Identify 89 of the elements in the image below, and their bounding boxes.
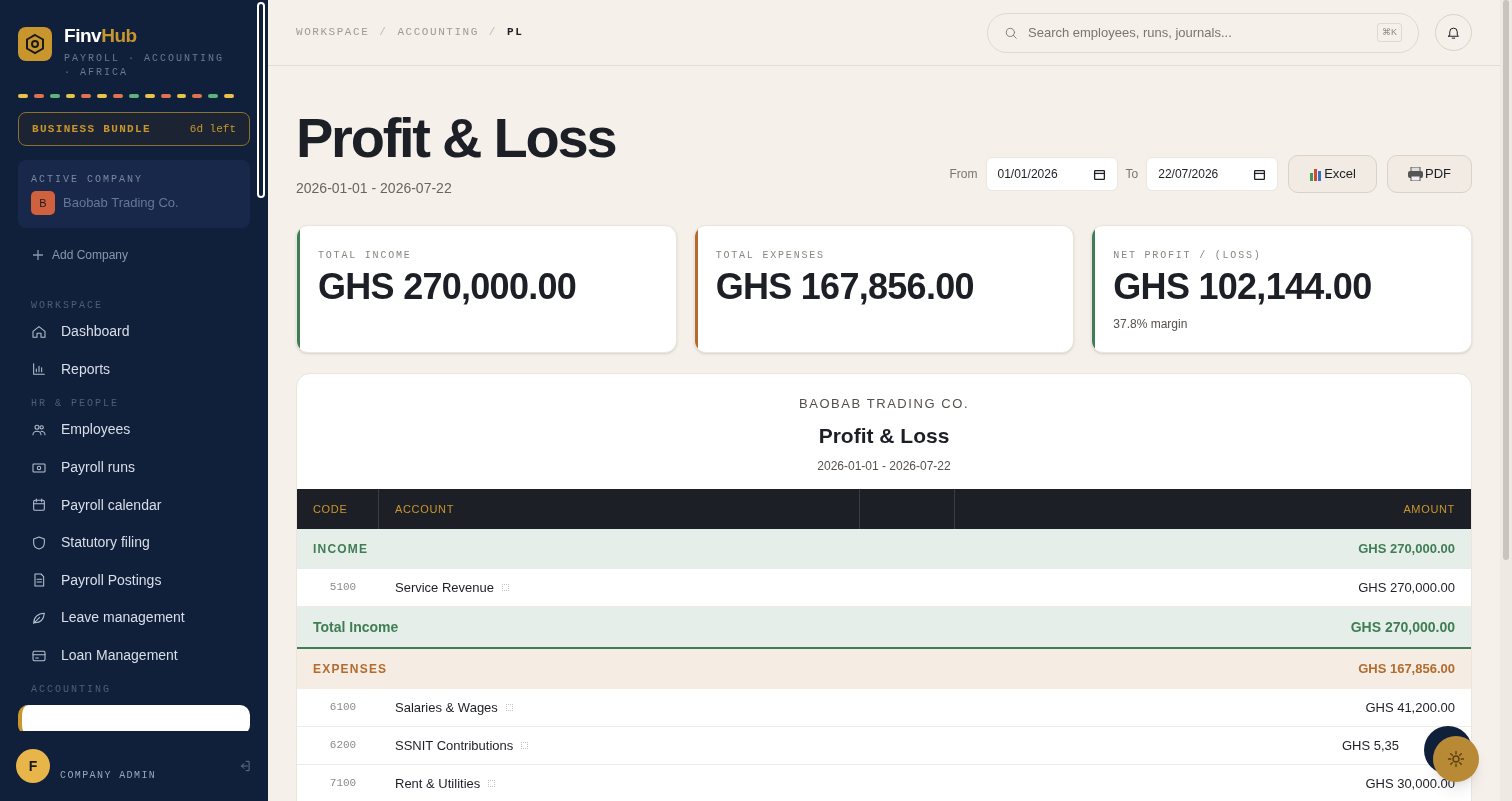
company-card[interactable]: ACTIVE COMPANY B Baobab Trading Co.	[18, 160, 250, 228]
bell-icon	[1446, 25, 1461, 40]
calendar-icon[interactable]	[1253, 167, 1267, 181]
amount-cell-text: GHS 30,000.00	[1365, 774, 1455, 793]
section-label: EXPENSES	[313, 661, 388, 678]
amount-cell-text: GHS 270,000.00	[1358, 540, 1455, 559]
breadcrumb-separator: /	[488, 25, 497, 41]
date-label: To	[1125, 166, 1139, 183]
stat-value: GHS 270,000.00	[318, 265, 578, 309]
printer-icon	[1408, 167, 1423, 181]
user-role: COMPANY ADMIN	[60, 768, 158, 783]
export-button[interactable]: Excel	[1288, 155, 1377, 193]
nav-item[interactable]: Loan Management	[18, 636, 250, 675]
code-cell-text: 5100	[328, 580, 358, 596]
sun-icon	[1447, 750, 1465, 768]
report-date-range: 2026-01-01 - 2026-07-22	[817, 458, 951, 475]
nav-item[interactable]: Leave management	[18, 599, 250, 637]
page-title: Profit & Loss	[296, 106, 616, 170]
nav-item[interactable]: Dashboard	[18, 313, 250, 351]
nav-item[interactable]: Payroll calendar	[18, 486, 250, 524]
search-field[interactable]: Search employees, runs, journals...	[1028, 22, 1367, 43]
nav-item[interactable]: Reports	[18, 350, 250, 389]
search-icon	[1004, 25, 1018, 40]
bar-chart-icon	[31, 361, 47, 378]
home-icon	[31, 323, 47, 340]
brand-name: FinvHub	[64, 24, 138, 48]
account-cell[interactable]: SSNIT Contributions	[395, 735, 514, 756]
bar-chart-icon	[1309, 167, 1323, 181]
logout-icon[interactable]	[238, 759, 252, 773]
stat-value: GHS 167,856.00	[715, 265, 975, 309]
total-label: Total Income	[313, 617, 399, 637]
document-icon	[31, 572, 47, 589]
report-title: Profit & Loss	[818, 422, 950, 449]
add-company-link[interactable]: Add Company	[52, 246, 129, 264]
stat-note: 37.8% margin	[1113, 316, 1189, 333]
amount-cell-text: GHS 167,856.00	[1358, 660, 1455, 679]
calendar-icon[interactable]	[1092, 167, 1106, 181]
export-button[interactable]: PDF	[1387, 155, 1472, 193]
date-label: From	[949, 166, 978, 183]
amount-cell-text: GHS 41,200.00	[1365, 698, 1455, 717]
shortcut-hint: ⌘K	[1377, 22, 1402, 43]
people-icon	[31, 422, 47, 438]
small-square-icon	[488, 780, 496, 787]
stat-label: NET PROFIT / (LOSS)	[1113, 249, 1263, 263]
plan-badge[interactable]: BUSINESS BUNDLE 6d left	[18, 112, 250, 146]
stat-label: TOTAL INCOME	[318, 249, 413, 263]
plus-icon	[32, 249, 44, 261]
plan-name: BUSINESS BUNDLE	[32, 121, 151, 137]
date-field[interactable]: 01/01/2026	[985, 157, 1118, 191]
small-square-icon	[502, 584, 509, 591]
plan-remaining: 6d left	[189, 121, 236, 137]
amount-cell-text: GHS 270,000.00	[1358, 578, 1455, 597]
section-label: HR & PEOPLE	[31, 397, 120, 412]
account-cell[interactable]: Rent & Utilities	[395, 773, 481, 794]
nav-item[interactable]: Employees	[18, 411, 250, 449]
code-cell-text: 6100	[328, 700, 358, 716]
amount-cell-text: GHS 270,000.00	[1350, 617, 1455, 637]
company-name: Baobab Trading Co.	[63, 194, 179, 213]
account-cell[interactable]: Salaries & Wages	[395, 697, 498, 718]
column-header: AMOUNT	[1402, 501, 1456, 517]
company-label: ACTIVE COMPANY	[31, 173, 144, 187]
logo-icon	[18, 27, 52, 61]
small-square-icon	[505, 704, 513, 711]
calendar-icon	[31, 497, 47, 514]
section-label: WORKSPACE	[31, 299, 104, 313]
section-label: ACCOUNTING	[31, 683, 112, 698]
report-company: BAOBAB TRADING CO.	[798, 395, 970, 413]
user-avatar: F	[16, 749, 50, 783]
stat-label: TOTAL EXPENSES	[715, 249, 826, 263]
shield-icon	[31, 534, 47, 551]
code-cell-text: 6200	[328, 738, 358, 754]
nav-item[interactable]: Payroll Postings	[18, 561, 250, 600]
scrollbar-thumb[interactable]	[257, 2, 265, 198]
section-label: INCOME	[313, 541, 369, 558]
code-cell-text: 7100	[328, 776, 358, 792]
page-date-range: 2026-01-01 - 2026-07-22	[296, 179, 453, 198]
account-cell[interactable]: Service Revenue	[395, 577, 494, 598]
nav-item[interactable]: Payroll runs	[18, 448, 250, 487]
amount-cell-text: GHS 5,35	[1341, 736, 1399, 755]
selected-nav-item[interactable]	[18, 705, 250, 731]
breadcrumb[interactable]: PL	[507, 24, 524, 41]
breadcrumb-separator: /	[379, 25, 388, 41]
small-square-icon	[521, 742, 529, 749]
brand-tagline: PAYROLL · ACCOUNTING · AFRICA	[64, 52, 226, 80]
date-field[interactable]: 22/07/2026	[1146, 157, 1279, 191]
scrollbar-thumb[interactable]	[1503, 0, 1509, 560]
company-avatar: B	[31, 191, 55, 215]
nav-item[interactable]: Statutory filing	[18, 523, 250, 562]
stat-value: GHS 102,144.00	[1113, 265, 1373, 309]
